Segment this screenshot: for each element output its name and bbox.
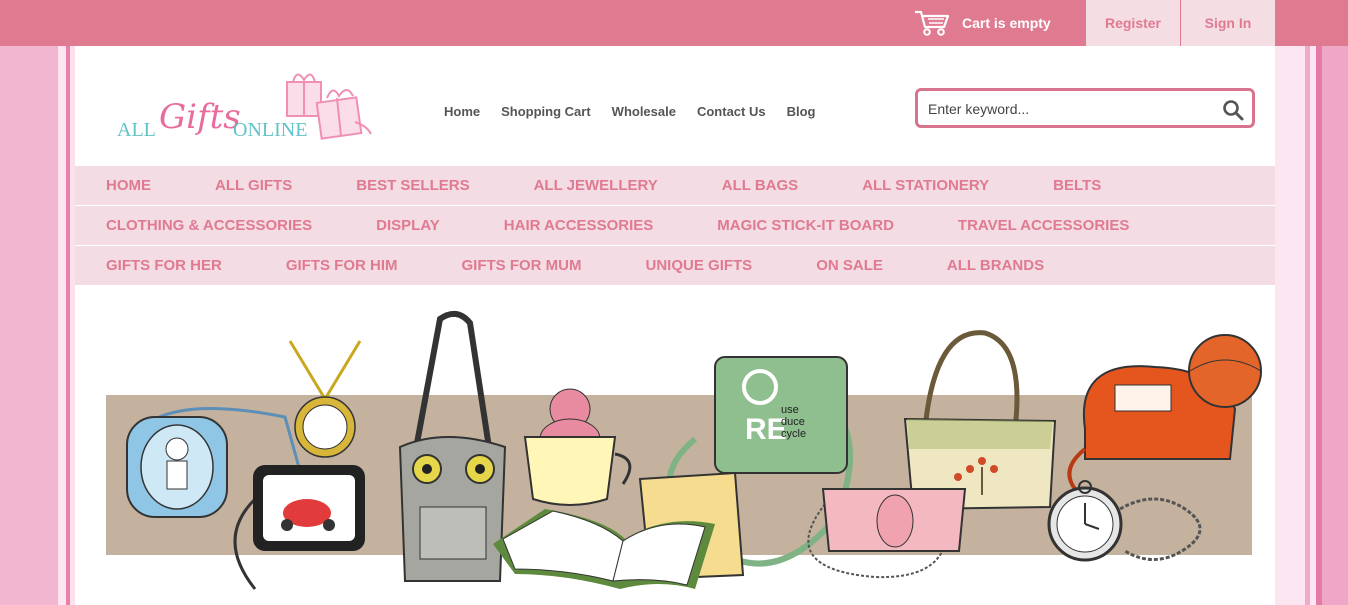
category-unique-gifts[interactable]: UNIQUE GIFTS [646, 257, 753, 274]
category-magic-stick-it-board[interactable]: MAGIC STICK-IT BOARD [717, 217, 894, 234]
search-box [915, 88, 1255, 128]
main-content: ALL Gifts ONLINE Home Shopping Cart Whol… [75, 46, 1275, 605]
header-nav: Home Shopping Cart Wholesale Contact Us … [444, 104, 815, 119]
left-stripe [0, 46, 58, 605]
header-link-home[interactable]: Home [444, 104, 480, 119]
category-gifts-for-her[interactable]: GIFTS FOR HER [106, 257, 222, 274]
header-link-blog[interactable]: Blog [787, 104, 816, 119]
category-row: HOME ALL GIFTS BEST SELLERS ALL JEWELLER… [75, 166, 1275, 206]
search-icon[interactable] [1222, 99, 1244, 121]
cart-link[interactable]: Cart is empty [914, 8, 1051, 38]
category-all-jewellery[interactable]: ALL JEWELLERY [534, 177, 658, 194]
category-all-brands[interactable]: ALL BRANDS [947, 257, 1044, 274]
category-best-sellers[interactable]: BEST SELLERS [356, 177, 469, 194]
recycle-cycle-text: cycle [781, 428, 806, 440]
header-link-shopping-cart[interactable]: Shopping Cart [501, 104, 591, 119]
recycle-duce-text: duce [781, 416, 805, 428]
hero-banner[interactable]: RE use duce cycle [75, 289, 1275, 605]
right-stripe [1322, 46, 1348, 605]
category-all-gifts[interactable]: ALL GIFTS [215, 177, 292, 194]
category-on-sale[interactable]: ON SALE [816, 257, 883, 274]
register-button[interactable]: Register [1086, 0, 1180, 46]
right-stripe [1275, 46, 1305, 605]
category-all-stationery[interactable]: ALL STATIONERY [862, 177, 989, 194]
header-link-contact-us[interactable]: Contact Us [697, 104, 766, 119]
logo-gifts-text: Gifts [159, 97, 241, 137]
scooter-wallet-illustration [233, 465, 365, 590]
category-clothing-accessories[interactable]: CLOTHING & ACCESSORIES [106, 217, 312, 234]
category-belts[interactable]: BELTS [1053, 177, 1101, 194]
header-link-wholesale[interactable]: Wholesale [612, 104, 676, 119]
category-display[interactable]: DISPLAY [376, 217, 440, 234]
category-gifts-for-mum[interactable]: GIFTS FOR MUM [462, 257, 582, 274]
site-logo[interactable]: ALL Gifts ONLINE [115, 64, 375, 164]
category-gifts-for-him[interactable]: GIFTS FOR HIM [286, 257, 398, 274]
cart-status: Cart is empty [962, 15, 1051, 31]
sign-in-button[interactable]: Sign In [1181, 0, 1275, 46]
category-home[interactable]: HOME [106, 177, 151, 194]
category-all-bags[interactable]: ALL BAGS [722, 177, 798, 194]
handbag-illustration [903, 330, 1057, 511]
recycle-use-text: use [781, 404, 799, 416]
shopping-cart-icon [915, 10, 950, 36]
pink-clutch-illustration [807, 488, 967, 579]
top-bar: Cart is empty Register Sign In [0, 0, 1348, 46]
left-stripe [58, 46, 66, 605]
owl-bag-illustration [398, 310, 507, 582]
logo-online-text: ONLINE [233, 119, 307, 141]
category-travel-accessories[interactable]: TRAVEL ACCESSORIES [958, 217, 1129, 234]
logo-all-text: ALL [117, 119, 156, 141]
category-row: CLOTHING & ACCESSORIES DISPLAY HAIR ACCE… [75, 206, 1275, 246]
category-row: GIFTS FOR HER GIFTS FOR HIM GIFTS FOR MU… [75, 246, 1275, 286]
category-hair-accessories[interactable]: HAIR ACCESSORIES [504, 217, 653, 234]
search-input[interactable] [926, 97, 1220, 121]
category-nav: HOME ALL GIFTS BEST SELLERS ALL JEWELLER… [75, 166, 1275, 286]
